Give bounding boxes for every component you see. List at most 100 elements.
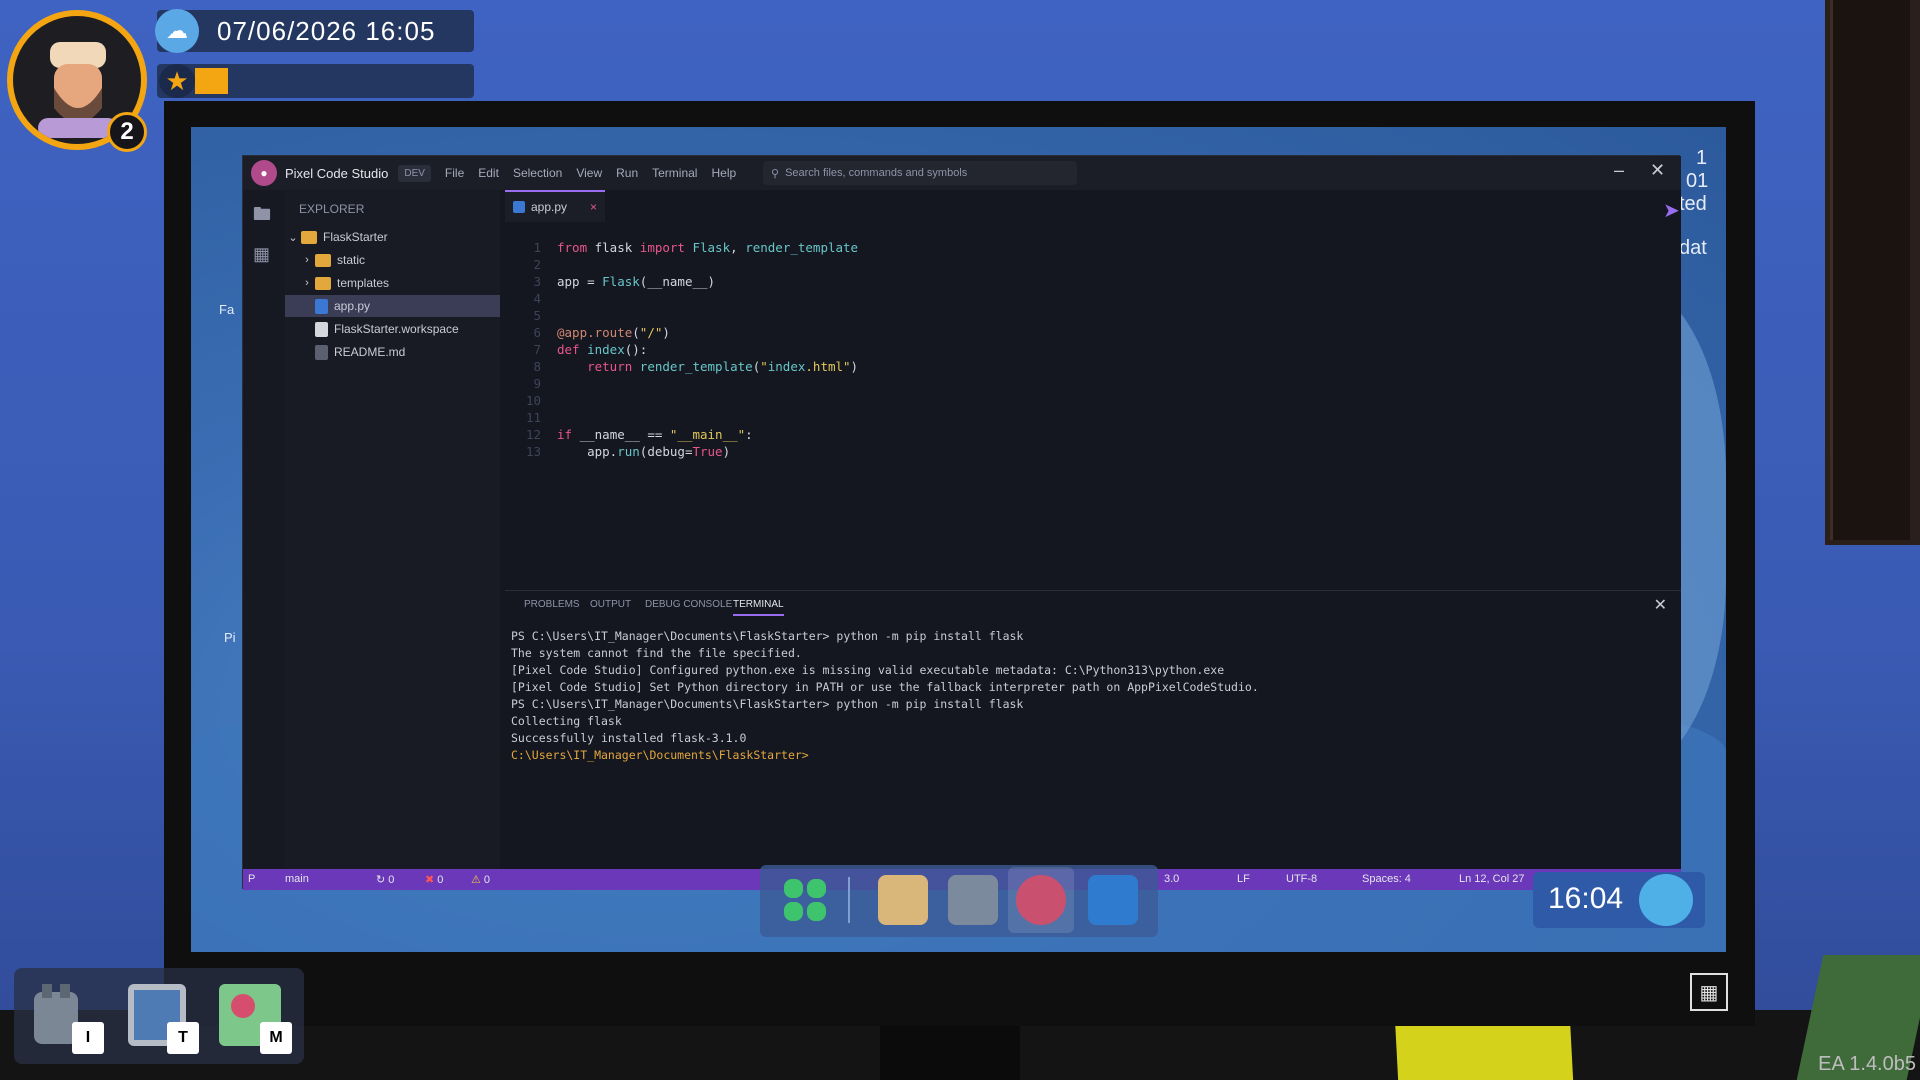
code-editor-window[interactable]: ● Pixel Code Studio DEV File Edit Select…: [242, 155, 1681, 890]
close-panel-button[interactable]: ✕: [1654, 595, 1667, 615]
line-number: 9: [533, 376, 541, 391]
tree-file-workspace[interactable]: FlaskStarter.workspace: [285, 318, 500, 340]
python-version[interactable]: 3.0: [1164, 873, 1179, 885]
minimize-button[interactable]: –: [1614, 160, 1624, 181]
tree-label: app.py: [334, 299, 371, 313]
menu-edit[interactable]: Edit: [478, 166, 499, 180]
background-window-text: 1: [1696, 147, 1708, 169]
app-logo-icon: ●: [251, 160, 277, 186]
code-studio-icon[interactable]: [1016, 875, 1066, 925]
menu-terminal[interactable]: Terminal: [652, 166, 697, 180]
activity-bar: 🖿 ▦: [243, 190, 285, 869]
sync-status[interactable]: ↻ 0: [376, 873, 394, 886]
line-number: 7: [533, 342, 541, 357]
sync-icon: ↻: [376, 874, 389, 886]
python-file-icon: [513, 201, 525, 213]
error-status[interactable]: ✖ 0: [425, 873, 443, 886]
tree-label: FlaskStarter: [323, 230, 388, 244]
hotkey-label: I: [72, 1022, 104, 1054]
code-text: if __name__ == "__main__":: [557, 427, 753, 442]
hud-date-time: ☁ 07/06/2026 16:05: [155, 9, 474, 53]
tab-problems[interactable]: PROBLEMS: [524, 599, 580, 610]
app-name: Pixel Code Studio: [285, 165, 389, 181]
code-text: return render_template("index.html"): [587, 359, 859, 374]
markdown-file-icon: [315, 344, 328, 360]
chevron-right-icon: ›: [305, 254, 309, 266]
tree-file-readme[interactable]: README.md: [285, 341, 500, 363]
chevron-right-icon[interactable]: ➤: [1663, 198, 1680, 223]
chevron-down-icon: ⌄: [288, 231, 298, 244]
tree-file-app-py[interactable]: app.py: [285, 295, 500, 317]
menu-run[interactable]: Run: [616, 166, 638, 180]
eol-status[interactable]: LF: [1237, 873, 1250, 885]
date-time-text: 07/06/2026 16:05: [217, 15, 436, 46]
workspace-file-icon: [315, 321, 328, 337]
title-bar[interactable]: ● Pixel Code Studio DEV File Edit Select…: [243, 156, 1681, 190]
code-text: app = Flask(__name__): [557, 274, 716, 289]
file-manager-icon[interactable]: [878, 875, 928, 925]
folder-icon[interactable]: 🖿: [253, 202, 275, 224]
level-badge: 2: [107, 112, 147, 152]
system-clock[interactable]: 16:04: [1533, 872, 1705, 928]
xp-fill: [195, 68, 228, 94]
line-number: 10: [525, 393, 541, 408]
network-globe-icon[interactable]: [1639, 874, 1693, 926]
cursor-position[interactable]: Ln 12, Col 27: [1459, 873, 1524, 885]
hotkey-label: M: [260, 1022, 292, 1054]
tab-debug-console[interactable]: DEBUG CONSOLE: [645, 599, 732, 610]
tab-output[interactable]: OUTPUT: [590, 599, 631, 610]
terminal-line: The system cannot find the file specifie…: [511, 646, 802, 660]
tab-terminal[interactable]: TERMINAL: [733, 599, 784, 616]
app-grid-button[interactable]: ▦: [1690, 973, 1728, 1011]
star-icon: ★: [159, 64, 195, 98]
tree-folder-static[interactable]: › static: [285, 249, 500, 271]
xp-bar: ★: [157, 64, 474, 98]
terminal-line: Collecting flask: [511, 714, 622, 728]
git-branch[interactable]: main: [285, 873, 309, 885]
tree-label: static: [337, 253, 366, 267]
line-number: 11: [525, 410, 541, 425]
start-menu-icon[interactable]: [780, 875, 830, 925]
extensions-icon[interactable]: ▦: [253, 244, 275, 266]
menu-selection[interactable]: Selection: [513, 166, 562, 180]
folder-icon: [301, 230, 317, 244]
error-icon: ✖: [425, 874, 438, 886]
terminal-line: [Pixel Code Studio] Configured python.ex…: [511, 663, 1225, 677]
code-editor[interactable]: app.py × 1 from flask import Flask, rende…: [505, 190, 1681, 613]
tree-folder-flaskstarter[interactable]: ⌄ FlaskStarter: [285, 226, 500, 248]
warning-status[interactable]: ⚠ 0: [471, 873, 490, 886]
command-search-input[interactable]: ⚲ Search files, commands and symbols: [763, 161, 1077, 185]
bottom-panel: PROBLEMS OUTPUT DEBUG CONSOLE TERMINAL ✕…: [505, 590, 1681, 869]
background-window-text: dat: [1679, 237, 1707, 259]
encoding-status[interactable]: UTF-8: [1286, 873, 1317, 885]
file-explorer: EXPLORER ⌄ FlaskStarter › static › templ…: [285, 190, 500, 869]
tree-folder-templates[interactable]: › templates: [285, 272, 500, 294]
close-tab-icon[interactable]: ×: [590, 200, 597, 214]
explorer-title: EXPLORER: [299, 202, 365, 216]
python-file-icon: [315, 298, 328, 314]
menu-help[interactable]: Help: [711, 166, 736, 180]
menu-file[interactable]: File: [445, 166, 464, 180]
code-text: app.run(debug=True): [557, 444, 731, 459]
background-window-text: Fa: [219, 302, 235, 317]
folder-icon: [315, 276, 331, 290]
terminal-line: PS C:\Users\IT_Manager\Documents\FlaskSt…: [511, 697, 1024, 711]
close-window-button[interactable]: ✕: [1650, 160, 1665, 181]
terminal-line: PS C:\Users\IT_Manager\Documents\FlaskSt…: [511, 629, 1024, 643]
tab-app-py[interactable]: app.py ×: [505, 190, 605, 222]
indentation-status[interactable]: Spaces: 4: [1362, 873, 1411, 885]
warning-icon: ⚠: [471, 874, 484, 886]
line-number: 2: [533, 257, 541, 272]
tree-label: FlaskStarter.workspace: [334, 322, 459, 336]
chevron-right-icon: ›: [305, 277, 309, 289]
line-number: 8: [533, 359, 541, 374]
browser-icon[interactable]: [1088, 875, 1138, 925]
version-label: EA 1.4.0b5: [1818, 1053, 1916, 1075]
menu-view[interactable]: View: [576, 166, 602, 180]
code-text: def index():: [557, 342, 648, 357]
dock-separator: [848, 877, 850, 923]
code-text: from flask import Flask, render_template: [557, 240, 859, 255]
line-number: 12: [525, 427, 541, 442]
server-manager-icon[interactable]: [948, 875, 998, 925]
tab-label: app.py: [531, 200, 568, 214]
